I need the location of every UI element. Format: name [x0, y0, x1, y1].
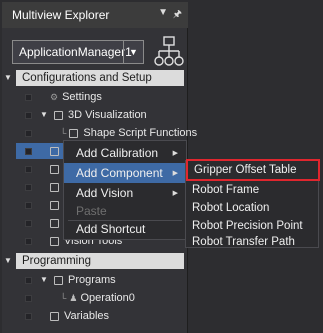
- tree-bullet: [25, 166, 32, 173]
- tree-bullet: [25, 94, 32, 101]
- submenu-item-label: Robot Location: [192, 202, 270, 214]
- tree-branch-icon: └: [60, 128, 67, 138]
- tree-bullet: [25, 184, 32, 191]
- context-menu: Add Calibration ▶ Add Component ▶ Add Vi…: [63, 140, 187, 240]
- tree-bullet: [25, 295, 32, 302]
- tree-item-label: 3D Visualization: [68, 109, 147, 121]
- tree-item-settings[interactable]: ⚙ Settings: [50, 88, 102, 106]
- submenu-item-gripper-offset-table[interactable]: Gripper Offset Table: [186, 159, 320, 181]
- hierarchy-icon[interactable]: [154, 36, 184, 68]
- section-label: Programming: [22, 255, 92, 267]
- folder-icon: [50, 311, 59, 321]
- menu-item-label: Add Calibration: [76, 146, 159, 160]
- program-icon: ♟: [69, 292, 78, 303]
- menu-item-label: Add Vision: [76, 186, 134, 200]
- menu-item-add-vision[interactable]: Add Vision ▶: [64, 183, 186, 203]
- tree-item-label: Operation0: [80, 292, 135, 304]
- tree-branch-icon: └: [60, 293, 67, 303]
- folder-icon: [50, 236, 59, 246]
- tree-bullet: [25, 202, 32, 209]
- menu-item-add-shortcut[interactable]: Add Shortcut: [64, 219, 186, 239]
- folder-icon: [54, 110, 63, 120]
- folder-icon: [69, 128, 79, 138]
- expand-arrow-icon[interactable]: ▼: [4, 256, 12, 265]
- expand-arrow-icon[interactable]: ▼: [4, 73, 12, 82]
- section-label: Configurations and Setup: [22, 72, 152, 84]
- tree-item-programs[interactable]: Programs: [54, 271, 116, 289]
- submenu-item-robot-location[interactable]: Robot Location: [186, 199, 318, 217]
- dropdown-arrow-icon[interactable]: ▼: [123, 41, 143, 63]
- submenu-item-robot-transfer-path[interactable]: Robot Transfer Path: [186, 233, 318, 251]
- pin-icon[interactable]: 🖈: [173, 7, 182, 24]
- section-programming[interactable]: Programming: [16, 253, 184, 269]
- expand-arrow-icon[interactable]: ▼: [40, 110, 48, 119]
- tree-bullet: [25, 148, 32, 155]
- tree-bullet: [25, 130, 32, 137]
- tree-bullet: [25, 112, 32, 119]
- tree-item-operation0[interactable]: └ ♟ Operation0: [60, 289, 135, 307]
- tree-bullet: [25, 313, 32, 320]
- tree-item-variables[interactable]: Variables: [50, 307, 109, 325]
- submenu-arrow-icon: ▶: [172, 190, 178, 197]
- tree-item-label: Shape Script Functions: [83, 127, 198, 139]
- add-component-submenu: Gripper Offset Table Robot Frame Robot L…: [185, 159, 320, 251]
- folder-icon: [54, 275, 63, 285]
- application-manager-label: ApplicationManager1: [19, 45, 132, 59]
- tree-bullet: [25, 238, 32, 245]
- submenu-item-label: Robot Precision Point: [192, 220, 303, 232]
- folder-icon: [50, 164, 59, 174]
- submenu-item-label: Robot Frame: [192, 184, 260, 196]
- chevron-down-icon[interactable]: ▼: [158, 7, 168, 18]
- menu-item-paste[interactable]: Paste: [64, 201, 186, 221]
- submenu-arrow-icon: ▶: [172, 170, 178, 177]
- application-manager-dropdown[interactable]: ApplicationManager1 ▼: [12, 40, 144, 64]
- menu-item-label: Add Shortcut: [76, 222, 146, 236]
- tree-item-label: Programs: [68, 274, 116, 286]
- menu-item-add-calibration[interactable]: Add Calibration ▶: [64, 143, 186, 163]
- menu-item-label: Paste: [76, 204, 107, 218]
- submenu-item-robot-frame[interactable]: Robot Frame: [186, 181, 318, 199]
- explorer-titlebar: Multiview Explorer ▼ 🖈: [2, 2, 188, 28]
- expand-arrow-icon[interactable]: ▼: [40, 275, 48, 284]
- folder-icon: [50, 218, 59, 228]
- menu-item-add-component[interactable]: Add Component ▶: [64, 163, 186, 183]
- section-configurations-setup[interactable]: Configurations and Setup: [16, 70, 184, 86]
- tree-item-label: Settings: [62, 91, 102, 103]
- folder-icon: [50, 146, 59, 156]
- menu-item-label: Add Component: [76, 166, 163, 180]
- submenu-item-label: Robot Transfer Path: [192, 236, 295, 248]
- submenu-item-label: Gripper Offset Table: [194, 164, 297, 176]
- explorer-title: Multiview Explorer: [12, 8, 110, 22]
- submenu-arrow-icon: ▶: [172, 150, 178, 157]
- tree-item-3d-visualization[interactable]: 3D Visualization: [54, 106, 147, 124]
- tree-bullet: [25, 277, 32, 284]
- folder-icon: [50, 200, 59, 210]
- folder-icon: [50, 182, 59, 192]
- tree-item-label: Variables: [64, 310, 110, 322]
- settings-icon: ⚙: [50, 91, 59, 102]
- tree-bullet: [25, 220, 32, 227]
